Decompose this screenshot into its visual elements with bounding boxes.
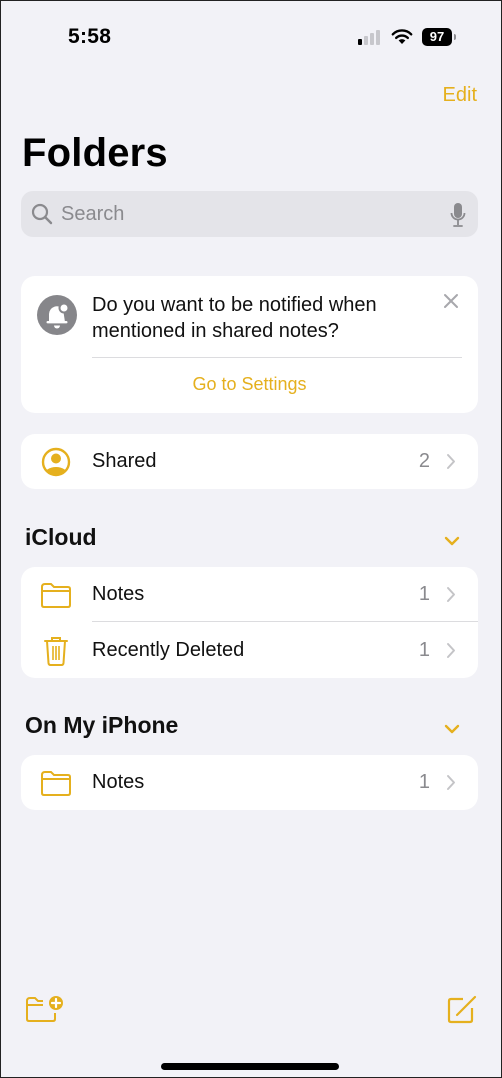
folder-row-icloud-notes[interactable]: Notes 1: [21, 567, 478, 622]
chevron-right-icon: [447, 643, 455, 658]
new-folder-icon[interactable]: [25, 993, 65, 1025]
chevron-right-icon: [447, 454, 455, 469]
mention-notification-card: Do you want to be notified when mentione…: [21, 276, 478, 413]
close-icon[interactable]: [442, 292, 460, 310]
status-time: 5:58: [68, 25, 112, 48]
bell-icon: [37, 295, 77, 335]
battery-indicator: 97: [422, 28, 452, 46]
row-label: Notes: [92, 771, 145, 793]
chevron-down-icon[interactable]: [443, 723, 461, 735]
trash-icon: [44, 637, 68, 666]
row-label: Shared: [92, 450, 157, 472]
edit-button[interactable]: Edit: [443, 84, 477, 107]
row-label: Recently Deleted: [92, 639, 245, 661]
row-label: Notes: [92, 583, 145, 605]
divider: [92, 621, 478, 622]
divider: [92, 357, 462, 358]
folder-icon: [41, 771, 71, 796]
folder-row-shared[interactable]: Shared 2: [21, 434, 478, 489]
row-count: 1: [418, 639, 430, 661]
search-bar[interactable]: [21, 191, 478, 237]
home-indicator[interactable]: [161, 1063, 339, 1070]
microphone-icon[interactable]: [450, 202, 466, 228]
chevron-right-icon: [447, 775, 455, 790]
on-my-iphone-folders-card: Notes 1: [21, 755, 478, 810]
person-circle-icon: [41, 447, 71, 477]
cellular-signal-icon: [358, 30, 382, 45]
chevron-down-icon[interactable]: [443, 535, 461, 547]
page-title: Folders: [22, 131, 168, 175]
status-bar: 5:58 97: [1, 1, 501, 61]
folder-icon: [41, 583, 71, 608]
shared-card: Shared 2: [21, 434, 478, 489]
folder-row-recently-deleted[interactable]: Recently Deleted 1: [21, 623, 478, 678]
search-input[interactable]: [61, 191, 431, 237]
search-icon: [31, 203, 53, 225]
notification-message: Do you want to be notified when mentione…: [92, 294, 377, 342]
go-to-settings-button[interactable]: Go to Settings: [21, 374, 478, 395]
compose-icon[interactable]: [445, 993, 479, 1025]
battery-tip: [454, 34, 456, 40]
wifi-icon: [391, 29, 413, 44]
row-count: 1: [418, 771, 430, 793]
icloud-folders-card: Notes 1 Recently Deleted 1: [21, 567, 478, 678]
row-count: 1: [418, 583, 430, 605]
chevron-right-icon: [447, 587, 455, 602]
section-header-icloud[interactable]: iCloud: [25, 524, 97, 551]
folder-row-iphone-notes[interactable]: Notes 1: [21, 755, 478, 810]
section-header-on-my-iphone[interactable]: On My iPhone: [25, 712, 178, 739]
row-count: 2: [418, 450, 430, 472]
